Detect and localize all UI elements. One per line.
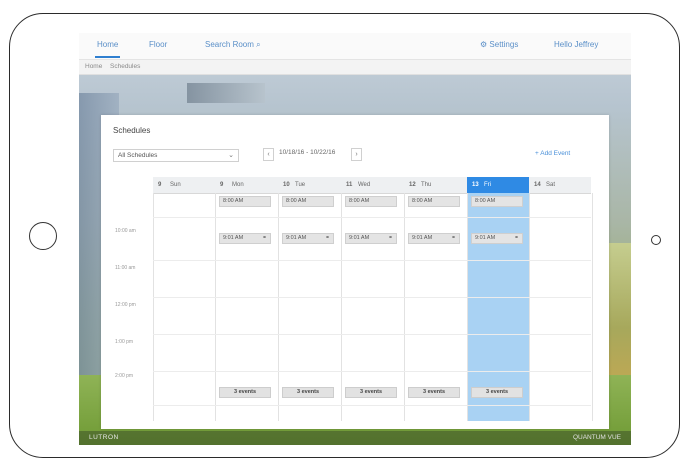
more-events-button[interactable]: 3 events [219, 387, 271, 398]
event-item[interactable]: 9:01 AM ⚭ [282, 233, 334, 244]
event-time: 9:01 AM [349, 235, 370, 241]
chevron-down-icon: ⌄ [228, 152, 234, 159]
schedule-filter-select[interactable]: All Schedules ⌄ [113, 149, 239, 162]
nav-tab-floor[interactable]: Floor [149, 40, 167, 49]
day-number: 9 [158, 182, 162, 188]
next-week-button[interactable]: › [351, 148, 362, 161]
time-label: 2:00 pm [115, 373, 134, 379]
more-events-button[interactable]: 3 events [471, 387, 523, 398]
day-column-sun[interactable] [153, 193, 216, 421]
day-header-mon: 9 Mon [215, 177, 278, 193]
people-icon: ⚭ [261, 235, 267, 241]
time-label: 10:00 am [115, 228, 136, 234]
hour-line [153, 217, 591, 218]
day-header-tue: 10 Tue [278, 177, 341, 193]
event-item[interactable]: 8:00 AM [471, 196, 523, 207]
breadcrumb-item-home[interactable]: Home [85, 63, 102, 70]
device-camera [651, 235, 661, 245]
day-name: Wed [358, 182, 371, 188]
day-number: 13 [472, 182, 479, 188]
settings-label: Settings [489, 40, 519, 49]
more-events-button[interactable]: 3 events [282, 387, 334, 398]
calendar-week-grid: 9 Sun 9 Mon 10 Tue 11 Wed 12 Thu 13 Fri [113, 177, 597, 427]
event-item[interactable]: 9:01 AM ⚭ [345, 233, 397, 244]
event-item[interactable]: 8:00 AM [345, 196, 397, 207]
event-time: 9:01 AM [475, 235, 496, 241]
product-name: QUANTUM VUE [572, 434, 621, 441]
day-header-sat: 14 Sat [529, 177, 591, 193]
top-navigation: Home Floor Search Room ⌕ ⚙ Settings Hell… [79, 33, 631, 60]
day-name: Fri [484, 182, 491, 188]
day-name: Sun [170, 182, 181, 188]
event-time: 9:01 AM [412, 235, 433, 241]
day-name: Tue [295, 182, 306, 188]
day-number: 9 [220, 182, 224, 188]
people-icon: ⚭ [324, 235, 330, 241]
hour-line [153, 371, 591, 372]
schedule-filter-value: All Schedules [118, 152, 158, 159]
event-item[interactable]: 9:01 AM ⚭ [471, 233, 523, 244]
event-item[interactable]: 9:01 AM ⚭ [219, 233, 271, 244]
hour-line [153, 297, 591, 298]
day-number: 14 [534, 182, 541, 188]
event-time: 9:01 AM [223, 235, 244, 241]
search-icon: ⌕ [256, 40, 261, 49]
day-name: Sat [546, 182, 556, 188]
breadcrumb: Home Schedules [79, 60, 631, 75]
day-name: Thu [421, 182, 432, 188]
nav-tab-search-room[interactable]: Search Room ⌕ [205, 40, 261, 50]
brand-logo: LUTRON [89, 434, 119, 441]
day-header-fri-today: 13 Fri [467, 177, 529, 193]
people-icon: ⚭ [513, 235, 519, 241]
breadcrumb-item-schedules[interactable]: Schedules [110, 63, 140, 70]
schedules-panel: Schedules All Schedules ⌄ ‹ 10/18/16 - 1… [101, 115, 609, 429]
date-range: 10/18/16 - 10/22/16 [279, 149, 336, 156]
device-home-button[interactable] [29, 222, 57, 250]
day-column-sat[interactable] [529, 193, 593, 421]
day-number: 12 [409, 182, 416, 188]
people-icon: ⚭ [450, 235, 456, 241]
gear-icon: ⚙ [480, 40, 488, 49]
event-item[interactable]: 9:01 AM ⚭ [408, 233, 460, 244]
more-events-button[interactable]: 3 events [408, 387, 460, 398]
day-header-wed: 11 Wed [341, 177, 404, 193]
hour-line [153, 334, 591, 335]
day-header-thu: 12 Thu [404, 177, 467, 193]
day-name: Mon [232, 182, 244, 188]
event-item[interactable]: 8:00 AM [408, 196, 460, 207]
hour-line [153, 405, 591, 406]
page-title: Schedules [113, 126, 151, 135]
people-icon: ⚭ [387, 235, 393, 241]
previous-week-button[interactable]: ‹ [263, 148, 274, 161]
footer-bar: LUTRON QUANTUM VUE [79, 431, 631, 445]
more-events-button[interactable]: 3 events [345, 387, 397, 398]
day-number: 10 [283, 182, 290, 188]
time-label: 1:00 pm [115, 339, 134, 345]
time-label: 11:00 am [115, 265, 136, 271]
hour-line [153, 260, 591, 261]
event-time: 9:01 AM [286, 235, 307, 241]
background-building-top [187, 83, 265, 103]
add-event-button[interactable]: + Add Event [535, 150, 570, 157]
nav-tab-home[interactable]: Home [94, 40, 121, 58]
settings-link[interactable]: ⚙ Settings [480, 40, 518, 49]
day-header-sun: 9 Sun [153, 177, 215, 193]
time-label: 12:00 pm [115, 302, 136, 308]
nav-tab-search-room-label: Search Room [205, 40, 254, 49]
day-number: 11 [346, 182, 353, 188]
event-item[interactable]: 8:00 AM [282, 196, 334, 207]
app-screen: Home Floor Search Room ⌕ ⚙ Settings Hell… [79, 33, 631, 445]
user-menu[interactable]: Hello Jeffrey [554, 40, 598, 49]
event-item[interactable]: 8:00 AM [219, 196, 271, 207]
